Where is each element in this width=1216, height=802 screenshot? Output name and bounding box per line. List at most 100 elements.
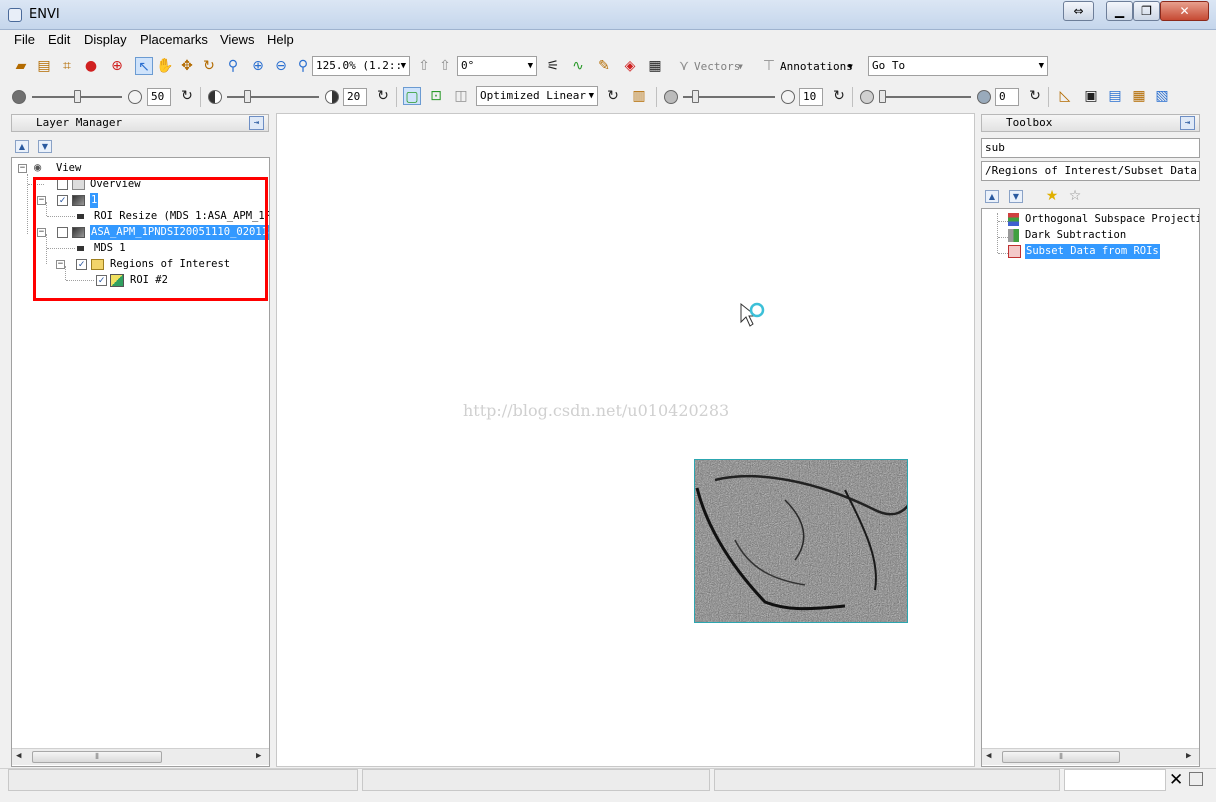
brightness-field[interactable]: 50	[147, 88, 171, 106]
resize-grip-icon[interactable]	[1189, 772, 1203, 786]
menu-placemarks[interactable]: Placemarks	[140, 32, 208, 47]
transparency-track[interactable]	[879, 96, 971, 98]
watermark-text: http://blog.csdn.net/u010420283	[463, 401, 730, 420]
menu-file[interactable]: File	[14, 32, 35, 47]
scroll-thumb[interactable]: ⦀	[32, 751, 162, 763]
remove-favorite-star-icon[interactable]: ☆	[1066, 187, 1084, 205]
image-view[interactable]: http://blog.csdn.net/u010420283	[276, 113, 975, 767]
zoom-out-icon[interactable]: ⊖	[272, 57, 290, 75]
menu-edit[interactable]: Edit	[48, 32, 70, 47]
zoom-icon[interactable]: ⚲	[224, 57, 242, 75]
placemark-pin-icon[interactable]: ●	[82, 57, 100, 75]
stretch-full-icon[interactable]: ▢	[403, 87, 421, 105]
chevron-down-icon: ▼	[527, 61, 533, 71]
contrast-slider[interactable]	[244, 90, 251, 103]
toolbox-hscrollbar[interactable]: ◀ ⦀ ▶	[982, 748, 1199, 765]
layer-tree-hscrollbar[interactable]: ◀ ⦀ ▶	[12, 748, 269, 765]
zoom-combo[interactable]: 125.0% (1.2:: ▼	[312, 56, 410, 76]
close-x-icon[interactable]: ✕	[1169, 770, 1183, 790]
zoom-fit-icon[interactable]: ⚲	[294, 57, 312, 75]
raster-image[interactable]	[694, 459, 908, 623]
collapse-all-button[interactable]: ▲	[985, 190, 999, 203]
view-link-icon[interactable]: ▦	[1130, 87, 1148, 105]
reset-contrast-icon[interactable]: ↻	[374, 87, 392, 105]
hand-pan-icon[interactable]: ✋	[156, 57, 174, 75]
sharpen-slider[interactable]	[692, 90, 699, 103]
menu-display[interactable]: Display	[84, 32, 127, 47]
contrast-field[interactable]: 20	[343, 88, 367, 106]
arrow-select-icon[interactable]: ↖	[135, 57, 153, 75]
contrast-high-icon	[325, 90, 339, 104]
crop-icon[interactable]: ⌗	[58, 57, 76, 75]
transparency-low-icon	[860, 90, 874, 104]
goto-combo[interactable]: Go To ▼	[868, 56, 1048, 76]
lasso-icon[interactable]: ⚟	[544, 57, 562, 75]
annotations-icon[interactable]: ⊤	[760, 57, 778, 75]
reset-brightness-icon[interactable]: ↻	[178, 87, 196, 105]
fly-move-icon[interactable]: ✥	[178, 57, 196, 75]
transparency-field[interactable]: 0	[995, 88, 1019, 106]
folder-open-icon[interactable]: ▰	[12, 57, 30, 75]
stretch-gray-icon[interactable]: ◫	[452, 87, 470, 105]
scroll-left-icon[interactable]: ◀	[986, 751, 991, 761]
scroll-left-icon[interactable]: ◀	[16, 751, 21, 761]
roi-tool-icon[interactable]: ◈	[621, 57, 639, 75]
chevron-down-icon[interactable]: ▼	[738, 58, 743, 76]
reset-sharpen-icon[interactable]: ↻	[830, 87, 848, 105]
stretch-combo[interactable]: Optimized Linear ▼	[476, 86, 598, 106]
maximize-button[interactable]: ❐	[1133, 1, 1160, 21]
stretch-view-icon[interactable]: ⊡	[427, 87, 445, 105]
collapse-icon[interactable]: −	[18, 164, 27, 173]
envi-app-icon	[8, 8, 22, 22]
close-window-button[interactable]: ✕	[1160, 1, 1209, 21]
rotation-combo[interactable]: 0° ▼	[457, 56, 537, 76]
brightness-slider[interactable]	[74, 90, 81, 103]
histogram-icon[interactable]: ▥	[630, 87, 648, 105]
expand-all-button[interactable]: ▼	[38, 140, 52, 153]
toolbox-path-field[interactable]: /Regions of Interest/Subset Data fro	[981, 161, 1200, 181]
separator	[200, 87, 201, 107]
vectors-menu[interactable]: Vectors	[694, 58, 740, 76]
expand-all-button[interactable]: ▼	[1009, 190, 1023, 203]
restore-aux-button[interactable]: ⇔	[1063, 1, 1094, 21]
toolbox-item-label: Subset Data from ROIs	[1025, 244, 1160, 259]
counter-icon[interactable]: ▦	[646, 57, 664, 75]
chevron-down-icon[interactable]: ▼	[848, 58, 853, 76]
rotate-icon[interactable]: ↻	[200, 57, 218, 75]
scroll-thumb[interactable]: ⦀	[1002, 751, 1120, 763]
annotations-menu[interactable]: Annotations	[780, 58, 853, 76]
status-cell-1	[8, 769, 358, 791]
spectral-profile-icon[interactable]: ∿	[569, 57, 587, 75]
scroll-right-icon[interactable]: ▶	[1186, 751, 1191, 761]
rotate-left-icon[interactable]: ⇧	[415, 57, 433, 75]
contrast-track[interactable]	[227, 96, 319, 98]
dock-icon[interactable]: ⇥	[249, 116, 264, 130]
zoom-in-icon[interactable]: ⊕	[249, 57, 267, 75]
toolbox-search-input[interactable]: sub	[981, 138, 1200, 158]
rotate-right-icon[interactable]: ⇧	[436, 57, 454, 75]
spectral-tool-icon	[1008, 213, 1019, 226]
collapse-all-button[interactable]: ▲	[15, 140, 29, 153]
zoom-value: 125.0% (1.2::	[316, 59, 403, 72]
crosshair-icon[interactable]: ⊕	[108, 57, 126, 75]
sharpen-field[interactable]: 10	[799, 88, 823, 106]
dock-icon[interactable]: ⇥	[1180, 116, 1195, 130]
reset-stretch-icon[interactable]: ↻	[604, 87, 622, 105]
reset-transparency-icon[interactable]: ↻	[1026, 87, 1044, 105]
transparency-slider[interactable]	[879, 90, 886, 103]
menu-help[interactable]: Help	[267, 32, 294, 47]
tree-line	[27, 174, 28, 234]
portal-icon[interactable]: ▧	[1153, 87, 1171, 105]
ruler-icon[interactable]: ◺	[1056, 87, 1074, 105]
menu-views[interactable]: Views	[220, 32, 254, 47]
contrast-low-icon	[208, 90, 222, 104]
vectors-icon[interactable]: ⋎	[675, 57, 693, 75]
profile-line-icon[interactable]: ✎	[595, 57, 613, 75]
view-layout-icon[interactable]: ▤	[1106, 87, 1124, 105]
menu-bar: File Edit Display Placemarks Views Help	[0, 30, 1216, 50]
scroll-right-icon[interactable]: ▶	[256, 751, 261, 761]
image-export-icon[interactable]: ▣	[1082, 87, 1100, 105]
add-favorite-star-icon[interactable]: ★	[1043, 187, 1061, 205]
minimize-button[interactable]: ▁	[1106, 1, 1133, 21]
clipboard-icon[interactable]: ▤	[35, 57, 53, 75]
